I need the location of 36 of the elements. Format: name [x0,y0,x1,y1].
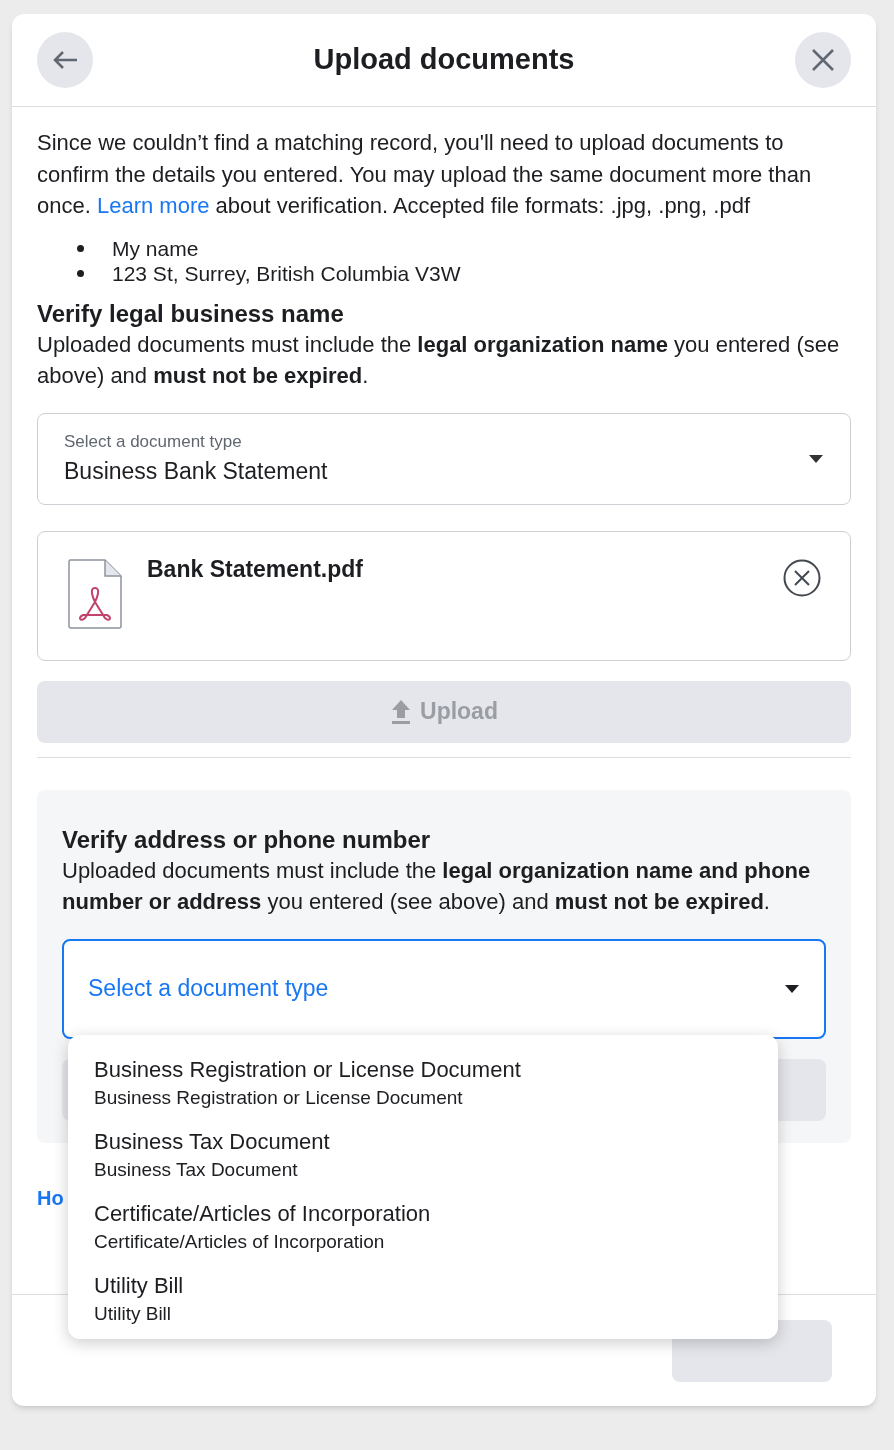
close-icon [811,48,835,72]
detail-item: My name [112,235,199,261]
caret-icon [784,983,800,994]
document-type-select[interactable]: Select a document type [62,938,826,1039]
option-description: Business Tax Document [94,1157,299,1182]
dialog-title: Upload documents [313,42,575,78]
document-type-option[interactable]: Business Registration or License Document Business Registration or License Document [68,1046,778,1119]
option-title: Utility Bill [94,1271,185,1300]
section-description: Uploaded documents must include the legal organization name and phone number or address you entered (see above) and must not be expired. [62,856,812,916]
intro-text: Since we couldn’t find a matching record, you'll need to upload documents to confirm the details you entered. You may upload the same document more than once. Learn more about verification. Accepted file formats: .jpg, .png, .pdf [37,129,813,220]
close-circle-icon [783,558,821,597]
document-type-option[interactable]: Business Tax Document Business Tax Document [68,1118,778,1191]
back-button[interactable] [37,32,93,88]
pdf-file-icon [67,557,123,630]
document-type-select[interactable]: Select a document type Business Bank Statement [37,412,851,505]
bullet-icon [77,244,84,252]
learn-more-link[interactable]: Learn more [96,193,210,218]
option-title: Business Registration or License Document [94,1055,522,1084]
detail-item: 123 St, Surrey, British Columbia V3W [112,260,461,286]
section-description: Uploaded documents must include the legal organization name you entered (see above) and must not be expired. [37,330,841,390]
option-description: Business Registration or License Document [94,1085,464,1110]
option-title: Business Tax Document [94,1127,331,1156]
file-name: Bank Statement.pdf [147,554,364,584]
document-type-option[interactable]: Utility Bill Utility Bill [68,1262,778,1335]
upload-icon [390,698,412,725]
option-title: Certificate/Articles of Incorporation [94,1199,432,1228]
document-type-option[interactable]: Certificate/Articles of Incorporation Certificate/Articles of Incorporation [68,1190,778,1263]
option-description: Utility Bill [94,1301,173,1326]
section-heading: Verify legal business name [37,298,345,329]
caret-icon [808,453,824,464]
bullet-icon [77,269,84,277]
back-arrow-icon [52,50,78,70]
close-button[interactable] [795,32,851,88]
section-heading: Verify address or phone number [62,824,432,855]
option-description: Certificate/Articles of Incorporation [94,1229,386,1254]
remove-file-button[interactable] [783,558,821,597]
